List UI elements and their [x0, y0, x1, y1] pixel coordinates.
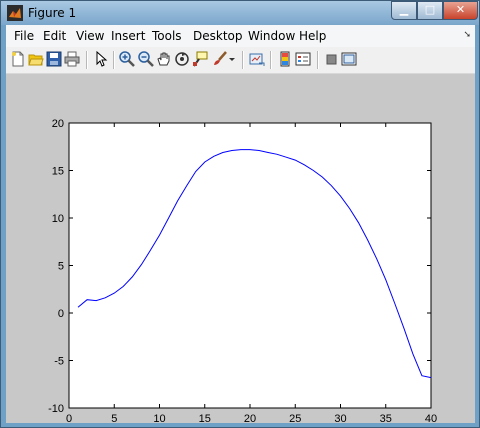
menu-bar: File Edit View Insert Tools Desktop Wind…	[6, 25, 475, 47]
open-file-icon[interactable]	[28, 51, 44, 67]
print-icon[interactable]	[64, 51, 80, 67]
show-plot-tools-icon[interactable]	[341, 51, 357, 67]
zoom-out-icon[interactable]	[138, 51, 154, 67]
y-tick-label: -5	[54, 356, 64, 368]
x-tick-label: 30	[334, 413, 346, 423]
y-tick-label: 20	[52, 118, 64, 130]
axes-box	[68, 122, 432, 409]
menu-help[interactable]: Help	[299, 29, 326, 43]
x-tick-label: 10	[153, 413, 165, 423]
x-tick-label: 0	[66, 413, 72, 423]
link-plot-icon[interactable]	[249, 51, 265, 67]
toolbar-separator	[113, 51, 115, 69]
y-tick-label: 0	[58, 308, 64, 320]
zoom-in-icon[interactable]	[119, 51, 135, 67]
maximize-button[interactable]: □	[417, 1, 443, 20]
window-title: Figure 1	[28, 6, 77, 20]
menu-file[interactable]: File	[14, 29, 34, 43]
x-tick-label: 35	[380, 413, 392, 423]
brush-menu-arrow-icon[interactable]	[228, 51, 236, 67]
new-figure-icon[interactable]	[10, 51, 26, 67]
rotate-3d-icon[interactable]	[174, 51, 190, 67]
minimize-icon: ▁	[399, 3, 409, 16]
pan-icon[interactable]	[156, 51, 172, 67]
close-icon: ✕	[455, 3, 466, 16]
y-tick-label: 15	[52, 166, 64, 178]
figure-window: Figure 1 ▁ □ ✕ File Edit View Insert Too…	[0, 0, 480, 428]
matlab-logo-icon	[7, 5, 23, 21]
edit-plot-icon[interactable]	[93, 51, 109, 67]
toolbar-separator	[270, 51, 272, 69]
toolbar-separator	[242, 51, 244, 69]
x-tick-label: 20	[244, 413, 256, 423]
y-tick-label: 10	[52, 213, 64, 225]
y-tick-label: -10	[48, 403, 64, 415]
hide-plot-tools-icon[interactable]	[324, 51, 340, 67]
save-icon[interactable]	[46, 51, 62, 67]
menu-edit[interactable]: Edit	[43, 29, 66, 43]
menu-tools[interactable]: Tools	[152, 29, 182, 43]
x-tick-label: 15	[199, 413, 211, 423]
window-client: File Edit View Insert Tools Desktop Wind…	[6, 25, 475, 425]
menu-window[interactable]: Window	[248, 29, 295, 43]
title-bar[interactable]: Figure 1 ▁ □ ✕	[1, 1, 479, 25]
figure-canvas[interactable]: 0 5 10 15 20 25 30 35 40 -10 -5 0 5 10 15 20	[6, 74, 475, 425]
menu-desktop[interactable]: Desktop	[193, 29, 243, 43]
close-button[interactable]: ✕	[443, 1, 478, 20]
toolbar-separator	[86, 51, 88, 69]
dock-arrow-icon[interactable]: ➘	[463, 30, 471, 40]
brush-icon[interactable]	[212, 51, 228, 67]
maximize-icon: □	[424, 3, 436, 16]
minimize-button[interactable]: ▁	[391, 1, 417, 20]
x-tick-label: 5	[111, 413, 117, 423]
figure-toolbar	[6, 47, 475, 74]
toolbar-separator	[317, 51, 319, 69]
menu-insert[interactable]: Insert	[111, 29, 145, 43]
x-tick-label: 25	[289, 413, 301, 423]
line-plot[interactable]: 0 5 10 15 20 25 30 35 40 -10 -5 0 5 10 15 20	[6, 74, 475, 425]
data-cursor-icon[interactable]	[192, 51, 208, 67]
insert-colorbar-icon[interactable]	[277, 51, 293, 67]
y-tick-label: 5	[58, 261, 64, 273]
x-tick-label: 40	[425, 413, 437, 423]
insert-legend-icon[interactable]	[295, 51, 311, 67]
menu-view[interactable]: View	[76, 29, 104, 43]
